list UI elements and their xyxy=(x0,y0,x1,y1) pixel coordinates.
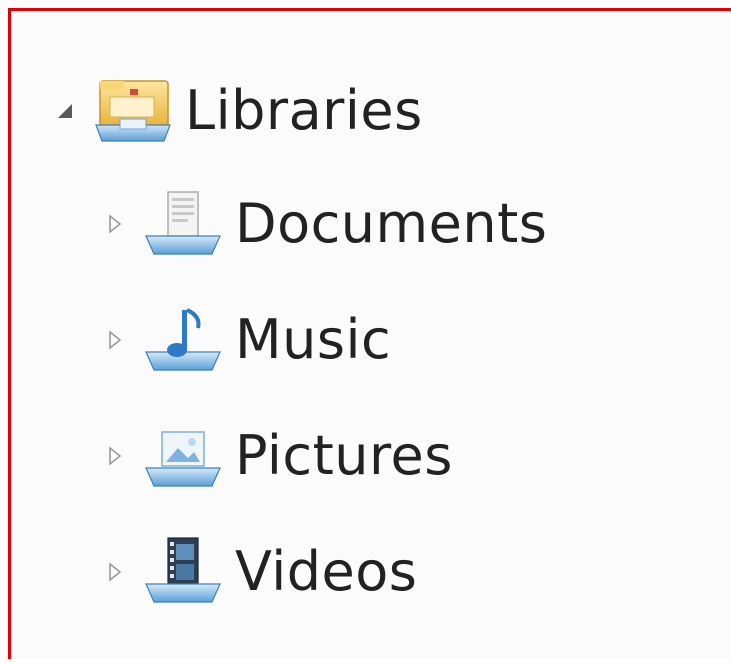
tree-item-documents[interactable]: Documents xyxy=(101,184,547,264)
tree-item-music[interactable]: Music xyxy=(101,300,391,380)
tree-item-label: Videos xyxy=(235,540,418,603)
videos-library-icon xyxy=(137,534,229,610)
collapsed-triangle-icon[interactable] xyxy=(101,326,129,354)
tree-item-label: Pictures xyxy=(235,424,453,487)
expanded-triangle-icon[interactable] xyxy=(51,97,79,125)
tree-item-label: Libraries xyxy=(185,79,423,142)
pictures-library-icon xyxy=(137,418,229,494)
tree-item-label: Music xyxy=(235,308,392,371)
collapsed-triangle-icon[interactable] xyxy=(101,558,129,586)
tree-item-pictures[interactable]: Pictures xyxy=(101,416,453,496)
tree-item-label: Documents xyxy=(235,192,548,255)
tree-item-libraries[interactable]: Libraries xyxy=(51,71,423,151)
highlight-frame: Libraries Documents Music Pictures Video… xyxy=(8,8,731,659)
libraries-folder-icon xyxy=(87,73,179,149)
collapsed-triangle-icon[interactable] xyxy=(101,442,129,470)
music-library-icon xyxy=(137,302,229,378)
documents-library-icon xyxy=(137,186,229,262)
tree-item-videos[interactable]: Videos xyxy=(101,532,417,612)
collapsed-triangle-icon[interactable] xyxy=(101,210,129,238)
